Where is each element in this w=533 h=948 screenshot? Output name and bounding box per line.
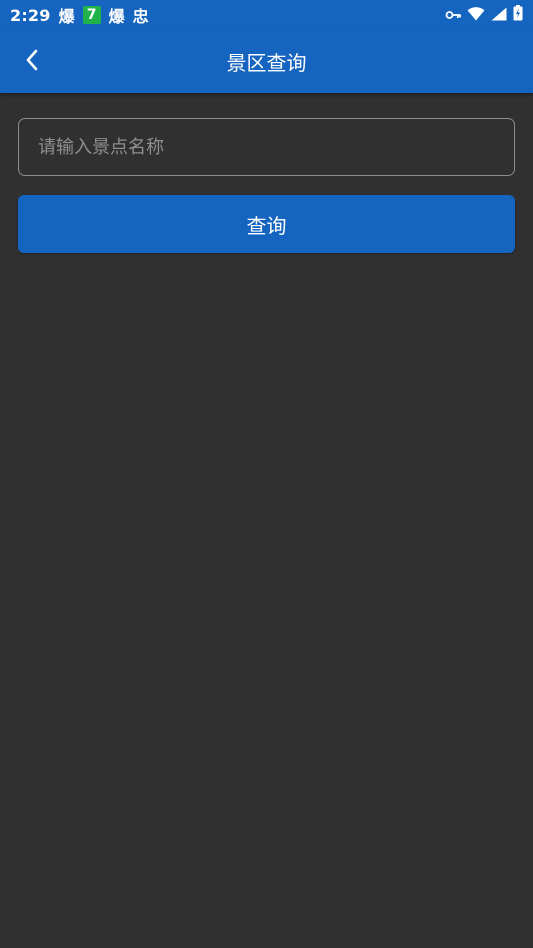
wifi-icon xyxy=(467,6,485,25)
status-time: 2:29 xyxy=(10,5,51,25)
vpn-key-icon xyxy=(445,6,461,25)
notification-app-icon: 爆 xyxy=(58,7,75,26)
notification-app-icon: 忠 xyxy=(132,7,149,26)
query-button[interactable]: 查询 xyxy=(18,195,515,253)
search-input[interactable] xyxy=(18,118,515,176)
chevron-left-icon xyxy=(24,48,40,76)
battery-icon xyxy=(513,5,523,25)
page-title: 景区查询 xyxy=(226,51,307,75)
status-right xyxy=(445,5,523,25)
notification-badge-icon: 7 xyxy=(82,6,101,24)
back-button[interactable] xyxy=(14,44,50,80)
signal-icon xyxy=(491,6,507,25)
status-bar: 2:29 爆 7 爆 忠 xyxy=(0,0,533,30)
status-left: 2:29 爆 7 爆 忠 xyxy=(10,3,149,27)
app-bar: 景区查询 xyxy=(0,30,533,93)
notification-app-icon: 爆 xyxy=(108,7,125,26)
